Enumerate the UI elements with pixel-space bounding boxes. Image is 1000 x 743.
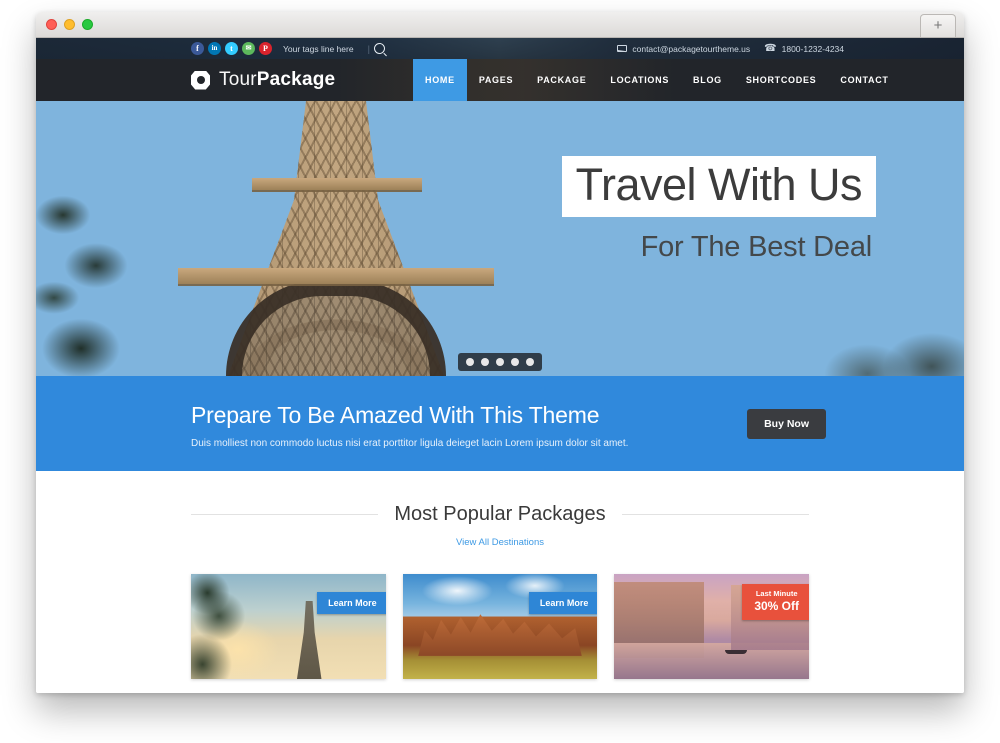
slider-dot-5[interactable] (526, 358, 534, 366)
contact-phone-group[interactable]: ☎ 1800-1232-4234 (764, 43, 844, 54)
last-minute-badge[interactable]: Last Minute 30% Off (742, 584, 810, 620)
topbar-search[interactable]: | (368, 43, 385, 54)
page-title: Most Popular Packages (394, 503, 606, 525)
browser-titlebar: + (36, 12, 964, 38)
separator: | (367, 43, 370, 54)
linkedin-icon[interactable]: in (208, 42, 221, 55)
package-card-canyon[interactable]: Learn More (402, 574, 598, 679)
gondola-shape (724, 649, 747, 654)
phone-icon: ☎ (764, 43, 777, 54)
package-card-paris[interactable]: Learn More (191, 574, 386, 679)
nav-item-package[interactable]: PACKAGE (525, 59, 598, 101)
contact-email-text: contact@packagetourtheme.us (632, 43, 751, 54)
close-window-button[interactable] (46, 19, 57, 30)
view-all-destinations-link[interactable]: View All Destinations (36, 537, 964, 548)
nav-item-locations[interactable]: LOCATIONS (598, 59, 681, 101)
window-controls[interactable] (46, 19, 93, 30)
cta-text-group: Prepare To Be Amazed With This Theme Dui… (191, 402, 628, 449)
nav-item-pages[interactable]: PAGES (467, 59, 525, 101)
eiffel-tower-image (178, 101, 494, 376)
tower-platform-lower (178, 268, 494, 284)
hero-trees-left (36, 146, 186, 376)
nav-item-home[interactable]: HOME (413, 59, 467, 101)
slider-pagination[interactable] (458, 353, 542, 371)
search-icon[interactable] (373, 43, 385, 54)
cta-paragraph: Duis molliest non commodo luctus nisi er… (191, 438, 629, 449)
hero-title: Travel With Us (561, 156, 876, 217)
browser-window: + f in t ✉ P Your tags line here | conta… (36, 12, 964, 693)
cta-heading: Prepare To Be Amazed With This Theme (191, 402, 600, 428)
hero-copy: Travel With Us For The Best Deal (561, 156, 876, 264)
logo-text-bold: Package (256, 69, 336, 90)
badge-line-2: 30% Off (754, 599, 800, 613)
maximize-window-button[interactable] (82, 19, 93, 30)
rule-left (191, 514, 379, 515)
new-tab-button[interactable]: + (920, 14, 956, 37)
rule-right (621, 514, 810, 515)
package-card-venice[interactable]: Last Minute 30% Off (614, 574, 810, 679)
main-navigation[interactable]: HOME PAGES PACKAGE LOCATIONS BLOG SHORTC… (413, 59, 901, 101)
facebook-icon[interactable]: f (191, 42, 204, 55)
tower-platform-upper (252, 178, 422, 190)
site-header: TourPackage HOME PAGES PACKAGE LOCATIONS… (36, 59, 964, 101)
topbar-contact-group: contact@packagetourtheme.us ☎ 1800-1232-… (617, 38, 844, 59)
slider-dot-3[interactable] (496, 358, 504, 366)
topbar-left-group: f in t ✉ P Your tags line here | (191, 38, 385, 59)
slider-dot-1[interactable] (466, 358, 474, 366)
logo-text-thin: Tour (219, 69, 257, 90)
nav-item-contact[interactable]: CONTACT (828, 59, 900, 101)
email-icon[interactable]: ✉ (242, 42, 255, 55)
cta-banner: Prepare To Be Amazed With This Theme Dui… (36, 376, 964, 471)
hero-trees-right (734, 256, 964, 376)
logo-text: TourPackage (219, 69, 335, 91)
hero-slider: Travel With Us For The Best Deal (36, 101, 964, 376)
package-card-list: Learn More Learn More Last Minute 30% Of… (36, 548, 964, 679)
contact-phone-text: 1800-1232-4234 (781, 43, 844, 54)
card-image-eiffel (191, 574, 386, 679)
slider-dot-4[interactable] (511, 358, 519, 366)
buy-now-button[interactable]: Buy Now (747, 409, 826, 439)
venice-water (614, 643, 810, 679)
camera-icon (191, 70, 210, 90)
hero-subtitle: For The Best Deal (640, 230, 873, 263)
twitter-icon[interactable]: t (225, 42, 238, 55)
nav-item-shortcodes[interactable]: SHORTCODES (734, 59, 829, 101)
page-viewport: f in t ✉ P Your tags line here | contact… (36, 38, 964, 693)
contact-email-group[interactable]: contact@packagetourtheme.us (617, 44, 750, 54)
tagline-text: Your tags line here (283, 43, 354, 54)
site-logo[interactable]: TourPackage (191, 59, 335, 101)
learn-more-badge[interactable]: Learn More (528, 592, 598, 614)
envelope-icon (617, 45, 628, 52)
minimize-window-button[interactable] (64, 19, 75, 30)
pinterest-icon[interactable]: P (259, 42, 272, 55)
card-image-canyon (402, 574, 598, 679)
section-header: Most Popular Packages (36, 503, 964, 526)
badge-line-1: Last Minute (755, 589, 798, 598)
slider-dot-2[interactable] (481, 358, 489, 366)
nav-item-blog[interactable]: BLOG (681, 59, 734, 101)
site-topbar: f in t ✉ P Your tags line here | contact… (36, 38, 964, 59)
learn-more-badge[interactable]: Learn More (317, 592, 386, 614)
packages-section: Most Popular Packages View All Destinati… (36, 471, 964, 679)
